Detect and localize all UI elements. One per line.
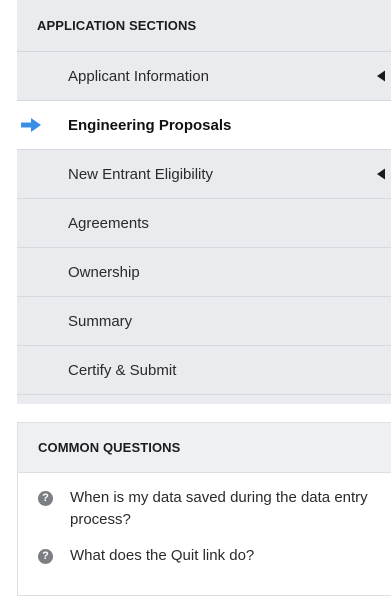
nav-item-label: Summary [68, 312, 133, 330]
faq-link-quit[interactable]: ? What does the Quit link do? [18, 545, 391, 567]
help-icon: ? [38, 549, 53, 564]
caret-left-icon[interactable] [377, 70, 385, 82]
nav-item-ownership[interactable]: Ownership [17, 248, 391, 297]
nav-item-label: Applicant Information [68, 67, 209, 85]
nav-item-label: Engineering Proposals [68, 116, 232, 134]
nav-item-new-entrant-eligibility[interactable]: New Entrant Eligibility [17, 150, 391, 199]
common-questions-header: COMMON QUESTIONS [18, 423, 391, 473]
help-icon: ? [38, 491, 53, 506]
application-sections-header: APPLICATION SECTIONS [17, 0, 391, 52]
faq-link-label[interactable]: When is my data saved during the data en… [70, 487, 371, 531]
nav-item-label: Certify & Submit [68, 361, 177, 379]
caret-left-icon[interactable] [377, 168, 385, 180]
nav-item-label: New Entrant Eligibility [68, 165, 214, 183]
nav-item-engineering-proposals[interactable]: Engineering Proposals [17, 101, 391, 150]
current-page-arrow-icon [21, 118, 41, 132]
faq-link-data-saved[interactable]: ? When is my data saved during the data … [18, 487, 391, 531]
faq-link-label[interactable]: What does the Quit link do? [70, 545, 254, 567]
nav-item-agreements[interactable]: Agreements [17, 199, 391, 248]
nav-item-applicant-information[interactable]: Applicant Information [17, 52, 391, 101]
application-sections-panel: APPLICATION SECTIONS Applicant Informati… [17, 0, 391, 404]
common-questions-panel: COMMON QUESTIONS ? When is my data saved… [17, 422, 391, 596]
nav-item-label: Ownership [68, 263, 140, 281]
sidebar: APPLICATION SECTIONS Applicant Informati… [0, 0, 391, 596]
nav-item-certify-submit[interactable]: Certify & Submit [17, 346, 391, 395]
nav-item-summary[interactable]: Summary [17, 297, 391, 346]
nav-item-label: Agreements [68, 214, 149, 232]
